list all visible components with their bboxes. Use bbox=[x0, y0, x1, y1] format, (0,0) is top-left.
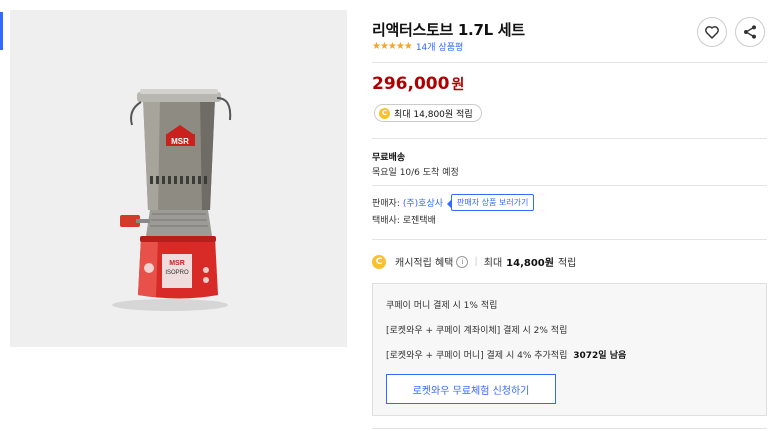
heart-icon bbox=[705, 26, 719, 39]
stove-illustration: MSR MSR ISOPRO bbox=[112, 89, 232, 311]
cash-reward-row: C 캐시적립 혜택 i | 최대 14,800원 적립 bbox=[372, 254, 576, 269]
image-brand-text: MSR bbox=[171, 137, 189, 146]
product-image[interactable]: MSR MSR ISOPRO bbox=[10, 10, 347, 347]
rating[interactable]: ★★★★★ 14개 상품평 bbox=[372, 40, 463, 53]
divider bbox=[372, 185, 767, 186]
svg-text:ISOPRO: ISOPRO bbox=[165, 270, 189, 276]
shipping-eta: 목요일 10/6 도착 예정 bbox=[372, 168, 459, 178]
left-accent-bar bbox=[0, 12, 3, 50]
share-button[interactable] bbox=[735, 17, 765, 47]
days-remaining: 3072일 남음 bbox=[573, 351, 627, 361]
seller-products-button[interactable]: 판매자 상품 보러가기 bbox=[447, 194, 535, 211]
seller-name-link[interactable]: (주)호상사 bbox=[403, 196, 443, 209]
divider bbox=[372, 62, 767, 63]
wishlist-button[interactable] bbox=[697, 17, 727, 47]
review-count-link[interactable]: 14개 상품평 bbox=[416, 40, 463, 53]
seller-row: 판매자: (주)호상사 판매자 상품 보러가기 bbox=[372, 194, 535, 211]
benefit-line: [로켓와우 + 쿠페이 계좌이체] 결제 시 2% 적립 bbox=[386, 326, 568, 336]
product-title: 리액터스토브 1.7L 세트 bbox=[372, 21, 525, 39]
shipping-title: 무료배송 bbox=[372, 153, 406, 163]
info-icon[interactable]: i bbox=[456, 255, 469, 268]
seller-label: 판매자: bbox=[372, 199, 400, 209]
cash-suffix: 적립 bbox=[557, 258, 577, 269]
star-icon: ★★★★★ bbox=[372, 40, 413, 52]
rocket-wow-trial-button[interactable]: 로켓와우 무료체험 신청하기 bbox=[386, 374, 556, 404]
divider bbox=[372, 428, 767, 429]
payment-benefits-box: 쿠페이 머니 결제 시 1% 적립 [로켓와우 + 쿠페이 계좌이체] 결제 시… bbox=[372, 283, 767, 416]
benefit-text: [로켓와우 + 쿠페이 머니] 결제 시 4% 추가적립 bbox=[386, 351, 568, 361]
coin-icon: C bbox=[379, 107, 390, 119]
separator: | bbox=[474, 256, 478, 267]
price-currency: 원 bbox=[451, 77, 465, 93]
reward-badge: C 최대 14,800원 적립 bbox=[374, 104, 482, 122]
price-value: 296,000 bbox=[372, 74, 450, 94]
share-icon bbox=[744, 25, 756, 39]
cash-label: 캐시적립 혜택 bbox=[395, 258, 454, 269]
benefit-line: 쿠페이 머니 결제 시 1% 적립 bbox=[386, 301, 498, 311]
reward-text: 최대 14,800원 적립 bbox=[394, 109, 473, 120]
svg-text:MSR: MSR bbox=[169, 260, 185, 267]
coin-icon: C bbox=[372, 254, 386, 269]
benefit-line: [로켓와우 + 쿠페이 머니] 결제 시 4% 추가적립 3072일 남음 bbox=[386, 348, 626, 361]
cash-amount: 14,800원 bbox=[506, 258, 554, 269]
price: 296,000 원 bbox=[372, 74, 464, 94]
divider bbox=[372, 239, 767, 240]
cash-max-label: 최대 bbox=[483, 258, 503, 269]
divider bbox=[372, 138, 767, 139]
delivery-company: 택배사: 로젠택배 bbox=[372, 216, 436, 226]
